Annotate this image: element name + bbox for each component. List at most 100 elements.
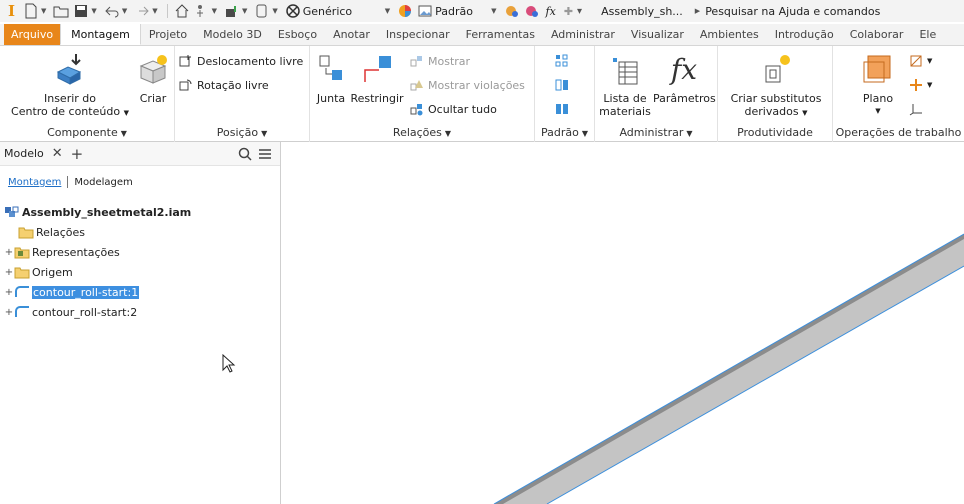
document-name: Assembly_sh... xyxy=(601,4,683,18)
undo-icon[interactable] xyxy=(104,3,120,19)
material-dropdown-icon[interactable]: ▼ xyxy=(385,7,390,15)
panel-title-administrar[interactable]: Administrar ▼ xyxy=(595,126,717,139)
search-icon[interactable] xyxy=(238,147,252,161)
tab-projeto[interactable]: Projeto xyxy=(141,24,195,45)
expand-icon[interactable]: + xyxy=(4,267,14,278)
tab-modelo-3d[interactable]: Modelo 3D xyxy=(195,24,270,45)
plus-icon[interactable]: ✚ xyxy=(564,5,573,18)
parametros-button[interactable]: 𝑓x Parâmetros xyxy=(653,52,716,105)
ucs-button[interactable] xyxy=(909,102,927,116)
appearance-dropdown-icon[interactable]: ▼ xyxy=(491,7,496,15)
redo-icon[interactable] xyxy=(134,3,150,19)
panel-administrar: Lista de materiais 𝑓x Parâmetros Adminis… xyxy=(595,46,718,142)
help-arrow-icon: ▶ xyxy=(694,7,701,15)
inserir-centro-conteudo-button[interactable]: Inserir do Centro de conteúdo ▼ xyxy=(10,52,130,120)
appearance-icon xyxy=(397,3,413,19)
ocultar-tudo-button[interactable]: Ocultar tudo xyxy=(410,102,497,116)
tab-colaborar[interactable]: Colaborar xyxy=(842,24,912,45)
panel-title-posicao[interactable]: Posição ▼ xyxy=(175,126,309,139)
new-file-icon[interactable] xyxy=(23,3,39,19)
update-dropdown-icon[interactable]: ▼ xyxy=(242,7,247,15)
tab-montagem[interactable]: Montagem xyxy=(60,24,141,45)
sheet-metal-part-render[interactable] xyxy=(282,142,964,504)
browser-title[interactable]: Modelo xyxy=(4,147,44,160)
subtab-montagem[interactable]: Montagem xyxy=(8,177,61,188)
ucs-icon xyxy=(909,104,922,116)
select-filter-icon[interactable] xyxy=(194,3,210,19)
panel-componente: Inserir do Centro de conteúdo ▼ Criar Co… xyxy=(0,46,175,142)
undo-dropdown-icon[interactable]: ▼ xyxy=(122,7,127,15)
mostrar-violacoes-button[interactable]: Mostrar violações xyxy=(410,78,525,92)
mostrar-button[interactable]: Mostrar xyxy=(410,54,470,68)
close-browser-icon[interactable]: ✕ xyxy=(52,146,63,161)
tab-introducao[interactable]: Introdução xyxy=(767,24,842,45)
tab-administrar[interactable]: Administrar xyxy=(543,24,623,45)
panel-title-relacoes[interactable]: Relações ▼ xyxy=(310,126,534,139)
plano-button[interactable]: Plano ▼ xyxy=(853,52,903,118)
rotacao-livre-button[interactable]: Rotação livre xyxy=(179,78,269,92)
tree-item-origem[interactable]: + Origem xyxy=(4,262,280,282)
menu-icon[interactable] xyxy=(258,147,272,161)
measure-icon[interactable] xyxy=(254,3,270,19)
expand-icon[interactable]: + xyxy=(4,287,14,298)
inventor-logo-icon[interactable]: I xyxy=(8,2,15,20)
criar-button[interactable]: Criar xyxy=(134,52,172,105)
subtab-modelagem[interactable]: Modelagem xyxy=(74,177,132,188)
save-dropdown-icon[interactable]: ▼ xyxy=(91,7,96,15)
fx-icon[interactable]: 𝑓x xyxy=(546,5,556,18)
home-icon[interactable] xyxy=(174,3,190,19)
constrain-icon xyxy=(364,56,391,82)
pattern-component-button[interactable] xyxy=(555,54,573,68)
update-icon[interactable] xyxy=(224,3,240,19)
panel-title-padrao[interactable]: Padrão ▼ xyxy=(535,126,594,139)
tree-item-relacoes[interactable]: Relações xyxy=(4,222,280,242)
bill-of-materials-icon xyxy=(613,58,638,85)
measure-dropdown-icon[interactable]: ▼ xyxy=(272,7,277,15)
material-select[interactable]: Genérico xyxy=(303,5,385,18)
lista-de-materiais-button[interactable]: Lista de materiais xyxy=(598,52,652,118)
open-folder-icon[interactable] xyxy=(53,3,69,19)
tab-visualizar[interactable]: Visualizar xyxy=(623,24,692,45)
model-browser: Modelo ✕ + Montagem Modelagem Assembly_s… xyxy=(0,142,281,504)
redo-dropdown-icon[interactable]: ▼ xyxy=(152,7,157,15)
panel-title-produtividade: Produtividade xyxy=(737,126,813,139)
tab-ele[interactable]: Ele xyxy=(911,24,944,45)
tab-ambientes[interactable]: Ambientes xyxy=(692,24,767,45)
clear-appearance-icon[interactable] xyxy=(524,3,540,19)
criar-substitutos-derivados-button[interactable]: Criar substitutos derivados ▼ xyxy=(724,52,828,120)
graphics-viewport[interactable] xyxy=(282,142,964,504)
tab-esboco[interactable]: Esboço xyxy=(270,24,325,45)
tab-arquivo[interactable]: Arquivo xyxy=(4,24,61,45)
appearance-select[interactable]: Padrão xyxy=(435,5,491,18)
adjust-appearance-icon[interactable] xyxy=(504,3,520,19)
select-filter-dropdown-icon[interactable]: ▼ xyxy=(212,7,217,15)
tree-root[interactable]: Assembly_sheetmetal2.iam xyxy=(4,202,280,222)
new-file-dropdown-icon[interactable]: ▼ xyxy=(41,7,46,15)
copy-component-button[interactable] xyxy=(555,102,573,116)
work-axis-button[interactable]: ▼ xyxy=(909,54,932,68)
restringir-button[interactable]: Restringir xyxy=(350,52,404,105)
panel-produtividade: Criar substitutos derivados ▼ Produtivid… xyxy=(718,46,833,142)
expand-icon[interactable]: + xyxy=(4,307,14,318)
help-search-input[interactable]: Pesquisar na Ajuda e comandos xyxy=(705,5,880,18)
customize-qat-icon[interactable]: ▾ xyxy=(577,6,582,17)
deslocamento-livre-button[interactable]: Deslocamento livre xyxy=(179,54,303,68)
browser-view-tabs: Montagem Modelagem xyxy=(8,176,133,188)
work-plane-icon xyxy=(863,55,891,83)
tab-ferramentas[interactable]: Ferramentas xyxy=(458,24,543,45)
tree-item-part-2[interactable]: + contour_roll-start:2 xyxy=(4,302,280,322)
expand-icon[interactable]: + xyxy=(4,247,14,258)
junta-button[interactable]: Junta xyxy=(315,52,347,105)
quick-access-toolbar: I ▼ ▼ ▼ ▼ ▼ ▼ ▼ Genérico ▼ Padrão ▼ 𝑓x ✚ ▾… xyxy=(0,0,964,22)
work-point-button[interactable]: ▼ xyxy=(909,78,932,92)
save-icon[interactable] xyxy=(73,3,89,19)
tree-item-representacoes[interactable]: + Representações xyxy=(4,242,280,262)
ribbon: Inserir do Centro de conteúdo ▼ Criar Co… xyxy=(0,46,964,142)
tab-inspecionar[interactable]: Inspecionar xyxy=(378,24,458,45)
tree-item-part-1[interactable]: + contour_roll-start:1 xyxy=(4,282,280,302)
add-browser-icon[interactable]: + xyxy=(71,145,84,163)
joint-icon xyxy=(319,55,342,80)
panel-title-componente[interactable]: Componente ▼ xyxy=(0,126,174,139)
mirror-component-button[interactable] xyxy=(555,78,573,92)
tab-anotar[interactable]: Anotar xyxy=(325,24,378,45)
